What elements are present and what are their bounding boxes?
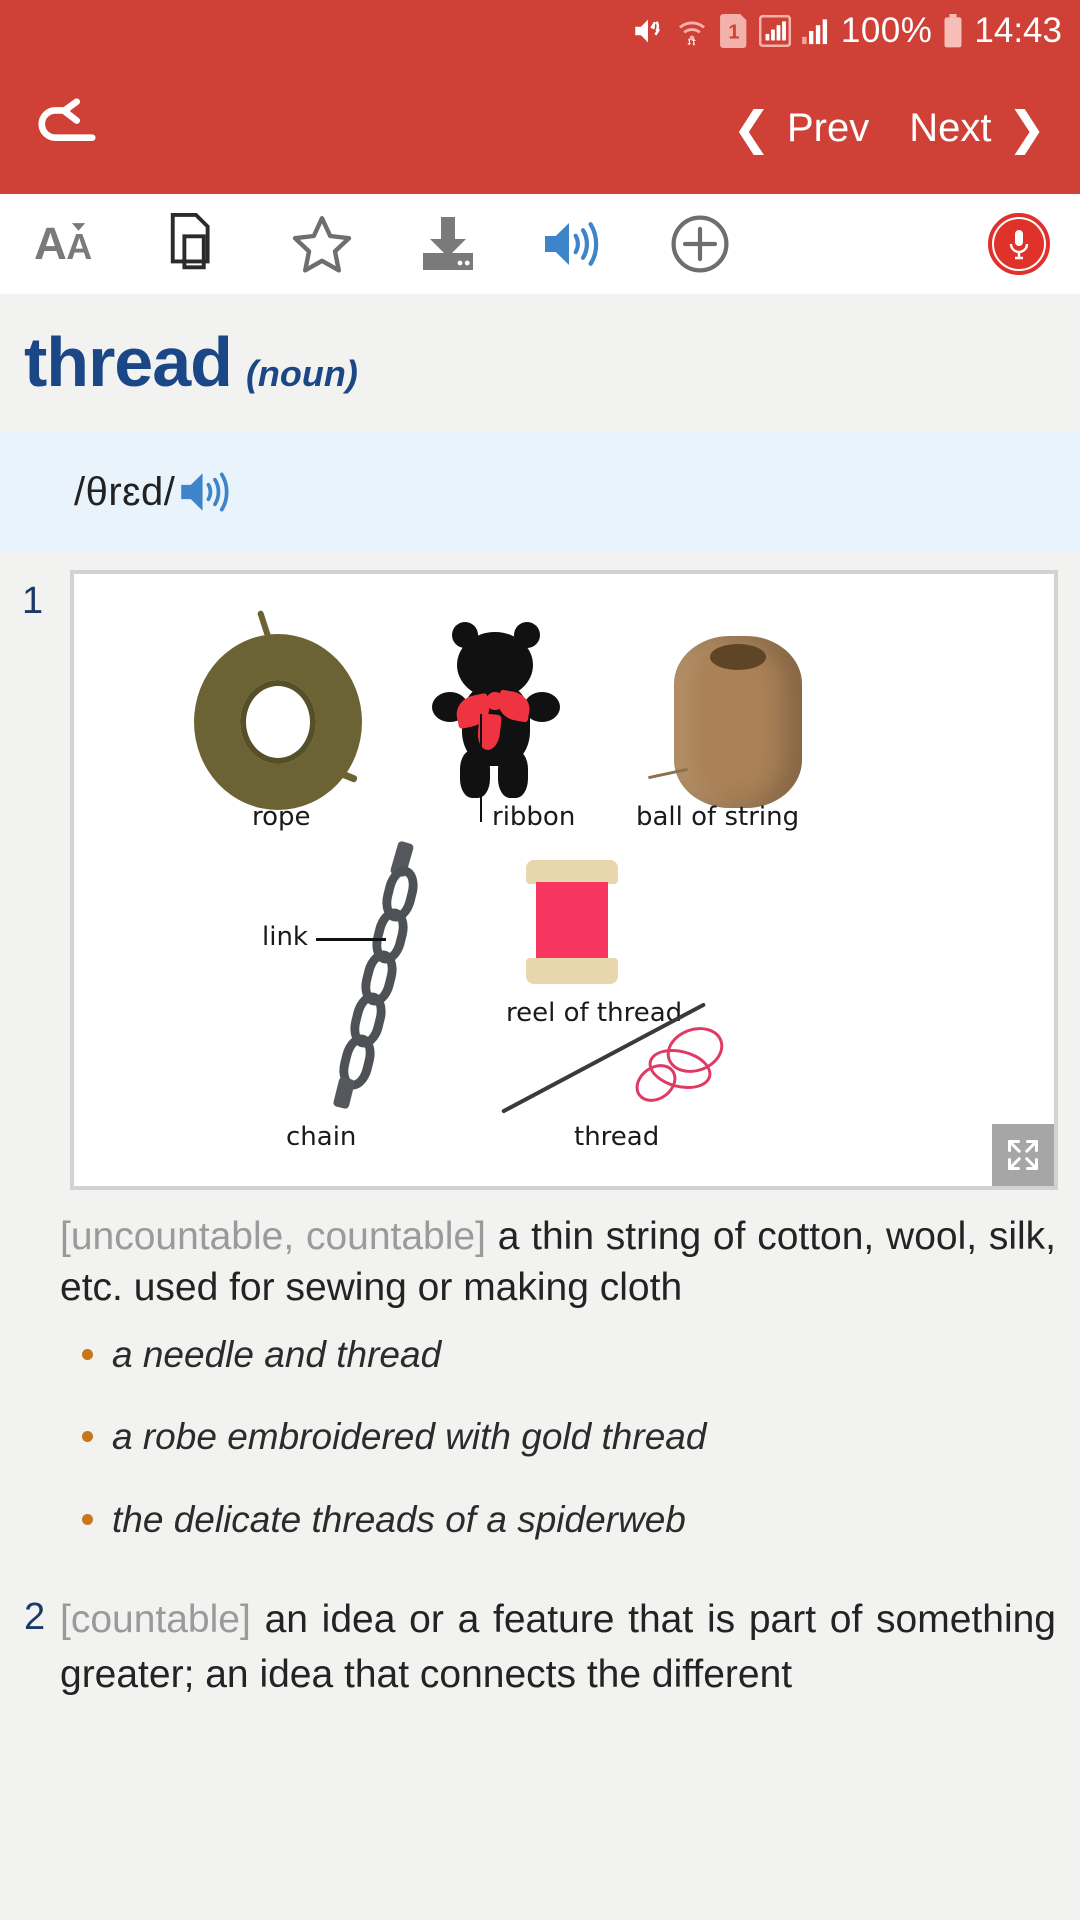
favorite-button[interactable] <box>272 194 372 294</box>
reel-bottom-graphic <box>526 958 618 984</box>
app-root: 1 100% 14:43 ❮ Prev Next ❯ A A thread (n… <box>0 0 1080 1920</box>
font-size-icon: A A <box>34 218 92 269</box>
wifi-icon <box>675 14 709 48</box>
download-button[interactable] <box>398 194 498 294</box>
phonetic-transcription: /θrɛd/ <box>74 469 176 514</box>
example-item: a robe embroidered with gold thread <box>82 1413 1056 1461</box>
next-label: Next <box>909 105 992 150</box>
battery-percent-label: 100% <box>840 11 933 50</box>
chevron-right-icon: ❯ <box>1007 102 1046 154</box>
sense-1-examples: a needle and thread a robe embroidered w… <box>60 1331 1056 1543</box>
label-rope: rope <box>252 802 311 832</box>
label-chain: chain <box>286 1122 357 1152</box>
sense-1: 1 [uncountable, countable] a thin string… <box>24 1212 1056 1578</box>
nav-bar: ❮ Prev Next ❯ <box>0 62 1080 194</box>
reel-thread-graphic <box>536 882 608 960</box>
audio-speaker-icon <box>545 222 599 266</box>
download-icon <box>423 217 473 270</box>
favorite-star-icon <box>292 216 352 273</box>
prev-button[interactable]: ❮ Prev <box>732 105 875 151</box>
teddy-ear-left-graphic <box>452 622 478 648</box>
label-link: link <box>262 922 308 952</box>
sense-2-definition: [countable] an idea or a feature that is… <box>60 1592 1056 1703</box>
nav-pagination: ❮ Prev Next ❯ <box>732 105 1046 151</box>
sense-1-definition: [uncountable, countable] a thin string o… <box>60 1212 1056 1313</box>
label-ball-of-string: ball of string <box>636 802 800 832</box>
headword-section: thread (noun) <box>0 294 1080 432</box>
copy-button[interactable] <box>146 194 246 294</box>
audio-button[interactable] <box>524 194 624 294</box>
entry-toolbar: A A <box>0 194 1080 294</box>
illustration-image[interactable]: rope ribbon ball of string link reel of <box>70 570 1058 1190</box>
svg-text:A: A <box>34 218 67 269</box>
mic-inner-circle <box>994 219 1044 269</box>
audio-speaker-icon <box>181 472 229 512</box>
sense-1-grammar-label: [uncountable, countable] <box>60 1215 486 1258</box>
sense-2: 2 [countable] an idea or a feature that … <box>24 1592 1056 1703</box>
add-circle-icon <box>671 215 729 273</box>
svg-text:1: 1 <box>728 22 739 44</box>
prev-label: Prev <box>786 105 870 150</box>
mute-icon <box>631 14 665 48</box>
font-size-button[interactable]: A A <box>20 194 120 294</box>
clock-label: 14:43 <box>974 11 1062 50</box>
signal-bars-icon <box>801 15 831 47</box>
string-center-graphic <box>710 644 766 670</box>
sense-1-body: [uncountable, countable] a thin string o… <box>60 1212 1056 1578</box>
back-arrow-icon <box>38 97 96 141</box>
signal-bars-icon <box>758 15 791 47</box>
add-button[interactable] <box>650 194 750 294</box>
example-item: the delicate threads of a spiderweb <box>82 1496 1056 1544</box>
ribbon-knot-graphic <box>486 692 504 710</box>
pronunciation-bar: /θrɛd/ <box>0 432 1080 552</box>
reel-top-graphic <box>526 860 618 884</box>
status-bar: 1 100% 14:43 <box>0 0 1080 62</box>
expand-image-button[interactable] <box>992 1124 1054 1186</box>
chevron-left-icon: ❮ <box>732 102 771 154</box>
definitions-section: 1 [uncountable, countable] a thin string… <box>0 1190 1080 1702</box>
sense-2-body: [countable] an idea or a feature that is… <box>60 1592 1056 1703</box>
label-reel-of-thread: reel of thread <box>506 998 683 1028</box>
back-button[interactable] <box>34 97 100 159</box>
label-ribbon: ribbon <box>492 802 576 832</box>
example-item: a needle and thread <box>82 1331 1056 1379</box>
rope-graphic <box>194 634 362 810</box>
sense-2-number: 2 <box>24 1595 46 1638</box>
ribbon-leader-line <box>480 714 482 822</box>
sense-2-grammar-label: [countable] <box>60 1597 251 1641</box>
chain-bottom-graphic <box>332 1076 356 1110</box>
microphone-icon <box>1009 230 1029 260</box>
copy-icon <box>170 213 210 270</box>
label-thread: thread <box>574 1122 660 1152</box>
page-title: thread <box>24 323 233 401</box>
part-of-speech-label: (noun) <box>245 353 358 394</box>
next-button[interactable]: Next ❯ <box>903 105 1046 151</box>
illustration-canvas: rope ribbon ball of string link reel of <box>74 574 1054 1186</box>
illustration-row: 1 rope ribbon ball of string link reel o… <box>0 552 1080 1190</box>
pronounce-audio-button[interactable] <box>179 468 235 516</box>
sense-number-1: 1 <box>22 580 44 622</box>
svg-text:A: A <box>66 226 92 267</box>
teddy-leg-right-graphic <box>498 750 528 798</box>
sim-1-icon: 1 <box>719 14 749 48</box>
teddy-leg-left-graphic <box>460 750 490 798</box>
expand-fullscreen-icon <box>1008 1140 1038 1170</box>
microphone-record-button[interactable] <box>988 213 1050 275</box>
teddy-ear-right-graphic <box>514 622 540 648</box>
battery-full-icon <box>942 14 964 48</box>
link-leader-line <box>316 938 386 941</box>
